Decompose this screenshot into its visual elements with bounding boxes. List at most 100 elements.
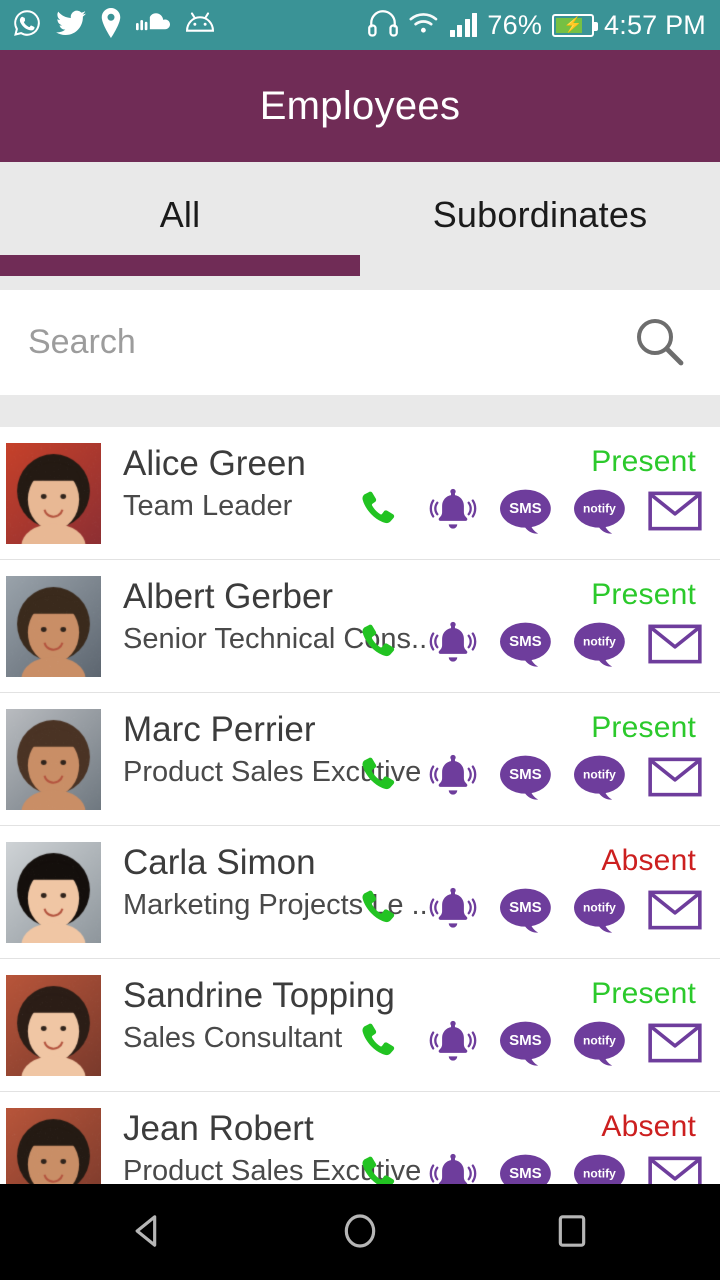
ring-button[interactable] <box>426 751 480 805</box>
call-button[interactable] <box>352 884 406 938</box>
svg-text:notify: notify <box>583 501 616 515</box>
battery-icon: ⚡ <box>552 13 599 37</box>
clock-label: 4:57 PM <box>604 9 706 40</box>
svg-text:SMS: SMS <box>509 1032 542 1049</box>
svg-text:SMS: SMS <box>509 766 542 783</box>
phone-icon <box>356 754 402 803</box>
tab-subordinates-label: Subordinates <box>432 194 648 235</box>
list-top-spacer <box>0 395 720 427</box>
status-bar-system-icons: 76% ⚡ 4:57 PM <box>368 9 706 42</box>
tab-subordinates[interactable]: Subordinates <box>360 162 720 290</box>
email-button[interactable] <box>648 618 702 672</box>
tab-all-label: All <box>159 194 201 235</box>
phone-icon <box>356 1020 402 1069</box>
battery-percent-label: 76% <box>487 9 543 40</box>
ring-bell-icon <box>428 486 478 539</box>
call-button[interactable] <box>352 618 406 672</box>
ring-bell-icon <box>428 619 478 672</box>
employee-list[interactable]: Alice Green Team Leader Present SMS notify… <box>0 427 720 1225</box>
phone-icon <box>356 887 402 936</box>
ring-button[interactable] <box>426 485 480 539</box>
svg-text:notify: notify <box>583 900 616 914</box>
search-button[interactable] <box>628 312 690 374</box>
tab-active-indicator <box>0 255 360 276</box>
call-button[interactable] <box>352 751 406 805</box>
page-title: Employees <box>259 83 461 128</box>
sms-bubble-icon: SMS <box>500 754 554 803</box>
sms-bubble-icon: SMS <box>500 488 554 537</box>
search-icon <box>633 315 685 370</box>
ring-bell-icon <box>428 752 478 805</box>
status-badge: Present <box>591 578 696 611</box>
status-bar: 76% ⚡ 4:57 PM <box>0 0 720 50</box>
notify-bubble-icon: notify <box>574 621 628 670</box>
back-button[interactable] <box>110 1194 186 1270</box>
employee-actions: SMS notify <box>352 485 702 539</box>
recents-square-icon <box>552 1211 592 1254</box>
sms-button[interactable]: SMS <box>500 751 554 805</box>
location-pin-icon <box>100 7 122 43</box>
ring-button[interactable] <box>426 884 480 938</box>
recents-button[interactable] <box>534 1194 610 1270</box>
sms-button[interactable]: SMS <box>500 485 554 539</box>
svg-text:notify: notify <box>583 1166 616 1180</box>
notify-bubble-icon: notify <box>574 887 628 936</box>
sms-button[interactable]: SMS <box>500 884 554 938</box>
svg-text:SMS: SMS <box>509 500 542 517</box>
sms-button[interactable]: SMS <box>500 618 554 672</box>
notify-button[interactable]: notify <box>574 884 628 938</box>
avatar <box>6 975 101 1076</box>
svg-text:notify: notify <box>583 767 616 781</box>
ring-button[interactable] <box>426 1017 480 1071</box>
notify-button[interactable]: notify <box>574 618 628 672</box>
email-envelope-icon <box>648 622 702 669</box>
soundcloud-icon <box>136 12 170 38</box>
headphones-icon <box>368 9 398 42</box>
email-envelope-icon <box>648 755 702 802</box>
back-triangle-icon <box>128 1211 168 1254</box>
svg-text:SMS: SMS <box>509 899 542 916</box>
sms-bubble-icon: SMS <box>500 1020 554 1069</box>
ring-bell-icon <box>428 1018 478 1071</box>
status-badge: Present <box>591 711 696 744</box>
employee-row[interactable]: Alice Green Team Leader Present SMS notify <box>0 427 720 560</box>
sms-bubble-icon: SMS <box>500 621 554 670</box>
home-button[interactable] <box>322 1194 398 1270</box>
notify-button[interactable]: notify <box>574 751 628 805</box>
sms-button[interactable]: SMS <box>500 1017 554 1071</box>
svg-text:SMS: SMS <box>509 633 542 650</box>
employee-row[interactable]: Carla Simon Marketing Projects Le .. Absen… <box>0 826 720 959</box>
avatar <box>6 709 101 810</box>
tab-bar: All Subordinates <box>0 162 720 290</box>
email-button[interactable] <box>648 1017 702 1071</box>
employee-row[interactable]: Sandrine Topping Sales Consultant Present … <box>0 959 720 1092</box>
status-badge: Present <box>591 977 696 1010</box>
status-badge: Absent <box>601 844 696 877</box>
android-navigation-bar <box>0 1184 720 1280</box>
status-bar-notification-icons <box>12 7 216 43</box>
wifi-icon <box>408 11 440 40</box>
notify-button[interactable]: notify <box>574 485 628 539</box>
notify-bubble-icon: notify <box>574 1020 628 1069</box>
charging-bolt-icon: ⚡ <box>563 16 583 34</box>
call-button[interactable] <box>352 485 406 539</box>
employee-actions: SMS notify <box>352 618 702 672</box>
avatar <box>6 443 101 544</box>
email-button[interactable] <box>648 751 702 805</box>
signal-icon <box>449 13 478 37</box>
home-circle-icon <box>340 1211 380 1254</box>
email-button[interactable] <box>648 485 702 539</box>
employee-row[interactable]: Albert Gerber Senior Technical Cons.. Pres… <box>0 560 720 693</box>
employee-actions: SMS notify <box>352 884 702 938</box>
notify-button[interactable]: notify <box>574 1017 628 1071</box>
ring-button[interactable] <box>426 618 480 672</box>
employee-row[interactable]: Marc Perrier Product Sales Excutive Presen… <box>0 693 720 826</box>
search-input[interactable] <box>28 323 628 362</box>
notify-bubble-icon: notify <box>574 488 628 537</box>
svg-text:notify: notify <box>583 634 616 648</box>
call-button[interactable] <box>352 1017 406 1071</box>
app-bar: Employees <box>0 50 720 162</box>
email-envelope-icon <box>648 888 702 935</box>
email-button[interactable] <box>648 884 702 938</box>
avatar <box>6 842 101 943</box>
